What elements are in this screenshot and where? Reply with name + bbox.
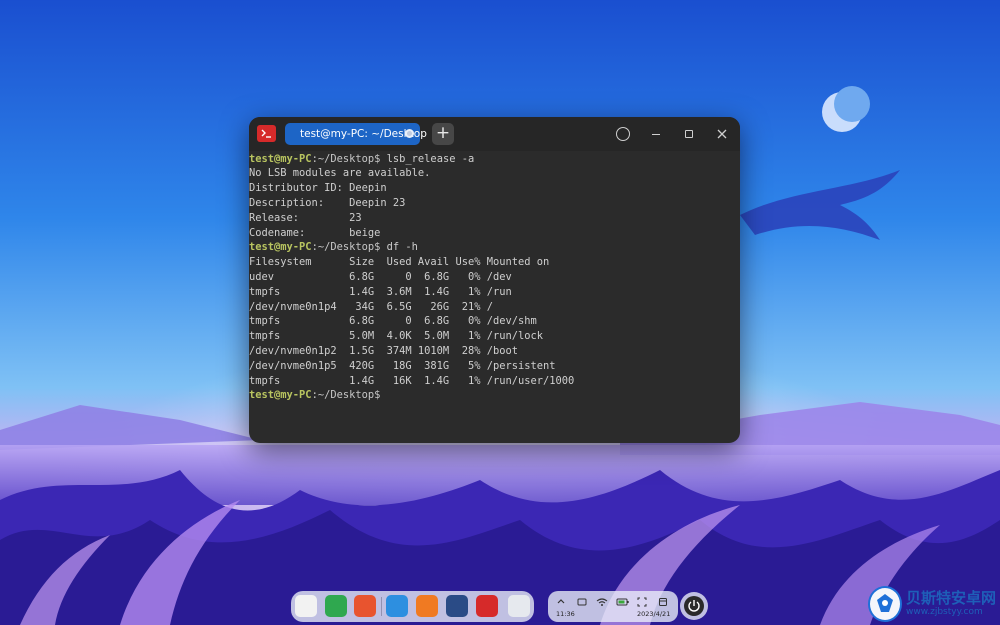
line-text: /dev/nvme0n1p5 420G 18G 381G 5% /persist… bbox=[249, 359, 556, 372]
terminal-output-line: Filesystem Size Used Avail Use% Mounted … bbox=[249, 255, 549, 270]
close-button[interactable] bbox=[714, 126, 730, 142]
multitask-view-icon[interactable] bbox=[354, 595, 376, 617]
chevron-up-icon[interactable] bbox=[556, 597, 566, 607]
line-text: udev 6.8G 0 6.8G 0% /dev bbox=[249, 270, 512, 283]
line-text: Release: 23 bbox=[249, 211, 362, 224]
line-text: df -h bbox=[380, 241, 418, 254]
terminal-output-line: tmpfs 6.8G 0 6.8G 0% /dev/shm bbox=[249, 314, 537, 329]
terminal-output-line: /dev/nvme0n1p4 34G 6.5G 26G 21% / bbox=[249, 300, 493, 315]
terminal-app-icon bbox=[257, 125, 276, 142]
watermark-url: www.zjbstyy.com bbox=[906, 607, 983, 617]
terminal-output[interactable]: test@my-PC:~/Desktop$ lsb_release -a No L… bbox=[249, 151, 740, 443]
settings-icon[interactable] bbox=[446, 595, 468, 617]
line-text: No LSB modules are available. bbox=[249, 167, 431, 180]
terminal-output-line: Distributor ID: Deepin bbox=[249, 181, 387, 196]
prompt-user: test@my-PC bbox=[249, 152, 312, 165]
line-text: tmpfs 5.0M 4.0K 5.0M 1% /run/lock bbox=[249, 330, 544, 343]
tab-terminal[interactable]: test@my-PC: ~/Desktop bbox=[285, 123, 427, 145]
keyboard-icon[interactable] bbox=[577, 597, 587, 607]
watermark-logo-icon bbox=[868, 586, 902, 622]
minimize-button[interactable] bbox=[648, 126, 664, 142]
terminal-output-line: No LSB modules are available. bbox=[249, 166, 430, 181]
power-icon bbox=[684, 596, 704, 616]
system-tray: 11:36 2023/4/21 bbox=[548, 591, 678, 622]
notification-icon[interactable] bbox=[658, 597, 668, 607]
terminal-titlebar[interactable]: test@my-PC: ~/Desktop + bbox=[249, 117, 740, 151]
clock-date[interactable]: 2023/4/21 bbox=[637, 610, 670, 618]
file-manager-icon[interactable] bbox=[325, 595, 347, 617]
terminal-output-line: tmpfs 5.0M 4.0K 5.0M 1% /run/lock bbox=[249, 329, 543, 344]
prompt-user: test@my-PC bbox=[249, 241, 312, 254]
line-text: lsb_release -a bbox=[380, 152, 475, 165]
launcher-icon[interactable] bbox=[295, 595, 317, 617]
terminal-prompt-line: test@my-PC:~/Desktop$ bbox=[249, 388, 380, 403]
tab-close-icon[interactable] bbox=[405, 129, 414, 138]
dock bbox=[291, 591, 534, 622]
line-text: tmpfs 1.4G 16K 1.4G 1% /run/user/1000 bbox=[249, 374, 575, 387]
terminal-prompt-line: test@my-PC:~/Desktop$ lsb_release -a bbox=[249, 152, 474, 167]
watermark: 贝斯特安卓网 www.zjbstyy.com bbox=[868, 585, 998, 623]
line-text: Distributor ID: Deepin bbox=[249, 182, 387, 195]
screenshot-icon[interactable] bbox=[637, 597, 647, 607]
more-options-icon bbox=[616, 127, 630, 141]
dock-separator bbox=[381, 597, 382, 616]
line-text: Filesystem Size Used Avail Use% Mounted … bbox=[249, 256, 550, 269]
terminal-output-line: Release: 23 bbox=[249, 211, 362, 226]
close-icon bbox=[717, 129, 727, 139]
wifi-icon[interactable] bbox=[596, 597, 608, 607]
prompt-user: test@my-PC bbox=[249, 389, 312, 402]
terminal-output-line: tmpfs 1.4G 16K 1.4G 1% /run/user/1000 bbox=[249, 374, 574, 389]
line-text: Description: Deepin 23 bbox=[249, 196, 406, 209]
battery-icon[interactable] bbox=[616, 597, 630, 607]
terminal-output-line: Description: Deepin 23 bbox=[249, 196, 405, 211]
new-tab-button[interactable]: + bbox=[432, 123, 454, 145]
line-text: tmpfs 6.8G 0 6.8G 0% /dev/shm bbox=[249, 315, 537, 328]
app-store-icon[interactable] bbox=[386, 595, 408, 617]
prompt-path: :~/Desktop$ bbox=[311, 152, 381, 165]
power-button[interactable] bbox=[680, 592, 708, 620]
terminal-output-line: Codename: beige bbox=[249, 226, 380, 241]
terminal-icon[interactable] bbox=[476, 595, 498, 617]
terminal-output-line: tmpfs 1.4G 3.6M 1.4G 1% /run bbox=[249, 285, 512, 300]
terminal-output-line: /dev/nvme0n1p5 420G 18G 381G 5% /persist… bbox=[249, 359, 556, 374]
prompt-path: :~/Desktop$ bbox=[311, 389, 381, 402]
line-text: Codename: beige bbox=[249, 226, 381, 239]
terminal-output-line: udev 6.8G 0 6.8G 0% /dev bbox=[249, 270, 512, 285]
line-text: /dev/nvme0n1p4 34G 6.5G 26G 21% / bbox=[249, 300, 493, 313]
prompt-path: :~/Desktop$ bbox=[311, 241, 381, 254]
line-text: tmpfs 1.4G 3.6M 1.4G 1% /run bbox=[249, 285, 512, 298]
watermark-title: 贝斯特安卓网 bbox=[906, 589, 997, 607]
line-text: /dev/nvme0n1p2 1.5G 374M 1010M 28% /boot bbox=[249, 344, 518, 357]
archive-icon[interactable] bbox=[416, 595, 438, 617]
clock-time[interactable]: 11:36 bbox=[556, 610, 575, 618]
maximize-button[interactable] bbox=[681, 126, 697, 142]
menu-button[interactable] bbox=[615, 126, 631, 142]
terminal-output-line: /dev/nvme0n1p2 1.5G 374M 1010M 28% /boot bbox=[249, 344, 518, 359]
trash-icon[interactable] bbox=[508, 595, 530, 617]
terminal-prompt-line: test@my-PC:~/Desktop$ df -h bbox=[249, 240, 418, 255]
terminal-window: test@my-PC: ~/Desktop + test@my-PC:~/Des… bbox=[249, 117, 740, 443]
